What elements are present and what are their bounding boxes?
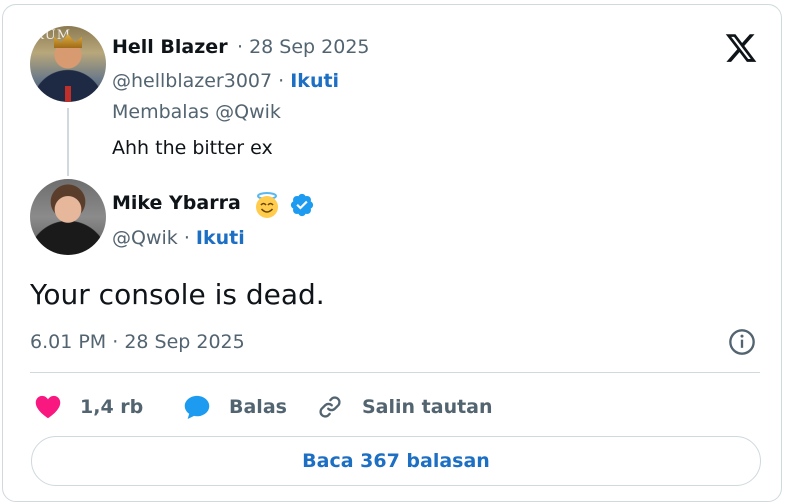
hell-blazer-avatar[interactable]: RUM <box>30 26 106 102</box>
reply-author-name[interactable]: Hell Blazer <box>112 36 228 58</box>
speech-bubble-icon <box>184 395 210 420</box>
reply-tweet-text: Ahh the bitter ex <box>112 137 273 159</box>
copy-link-button[interactable]: Salin tautan <box>316 391 493 423</box>
main-handle[interactable]: @Qwik · <box>112 227 190 249</box>
actions-divider <box>30 372 760 373</box>
link-icon <box>319 396 341 418</box>
info-icon[interactable] <box>728 328 756 356</box>
like-count: 1,4 rb <box>80 396 144 418</box>
main-handle-row: @Qwik · Ikuti <box>112 227 245 249</box>
x-logo-icon[interactable] <box>723 31 759 65</box>
tweet-timestamp[interactable]: 6.01 PM · 28 Sep 2025 <box>30 331 245 353</box>
reply-handle[interactable]: @hellblazer3007 · <box>112 70 284 92</box>
like-button[interactable]: 1,4 rb <box>34 391 143 423</box>
smiling-face-with-halo-icon <box>256 192 278 218</box>
heart-icon <box>35 395 61 419</box>
reply-handle-row: @hellblazer3007 · Ikuti <box>112 70 339 92</box>
replying-to-label: Membalas @Qwik <box>112 101 281 123</box>
thread-connector-line <box>67 108 69 176</box>
mike-ybarra-avatar[interactable] <box>30 179 106 255</box>
tweet-card: RUM Hell Blazer · 28 Sep 2025 @hellblaze… <box>2 4 782 502</box>
read-replies-button[interactable]: Baca 367 balasan <box>31 436 761 486</box>
main-tweet-text: Your console is dead. <box>30 278 325 311</box>
reply-label: Balas <box>229 396 287 418</box>
reply-follow-link[interactable]: Ikuti <box>290 70 339 92</box>
reply-button[interactable]: Balas <box>183 391 287 423</box>
main-follow-link[interactable]: Ikuti <box>196 227 245 249</box>
copy-link-label: Salin tautan <box>362 396 493 418</box>
reply-date: · 28 Sep 2025 <box>237 36 370 58</box>
main-author-name[interactable]: Mike Ybarra <box>112 192 241 214</box>
verified-badge-icon[interactable] <box>289 192 315 218</box>
tie-shape <box>65 86 71 102</box>
